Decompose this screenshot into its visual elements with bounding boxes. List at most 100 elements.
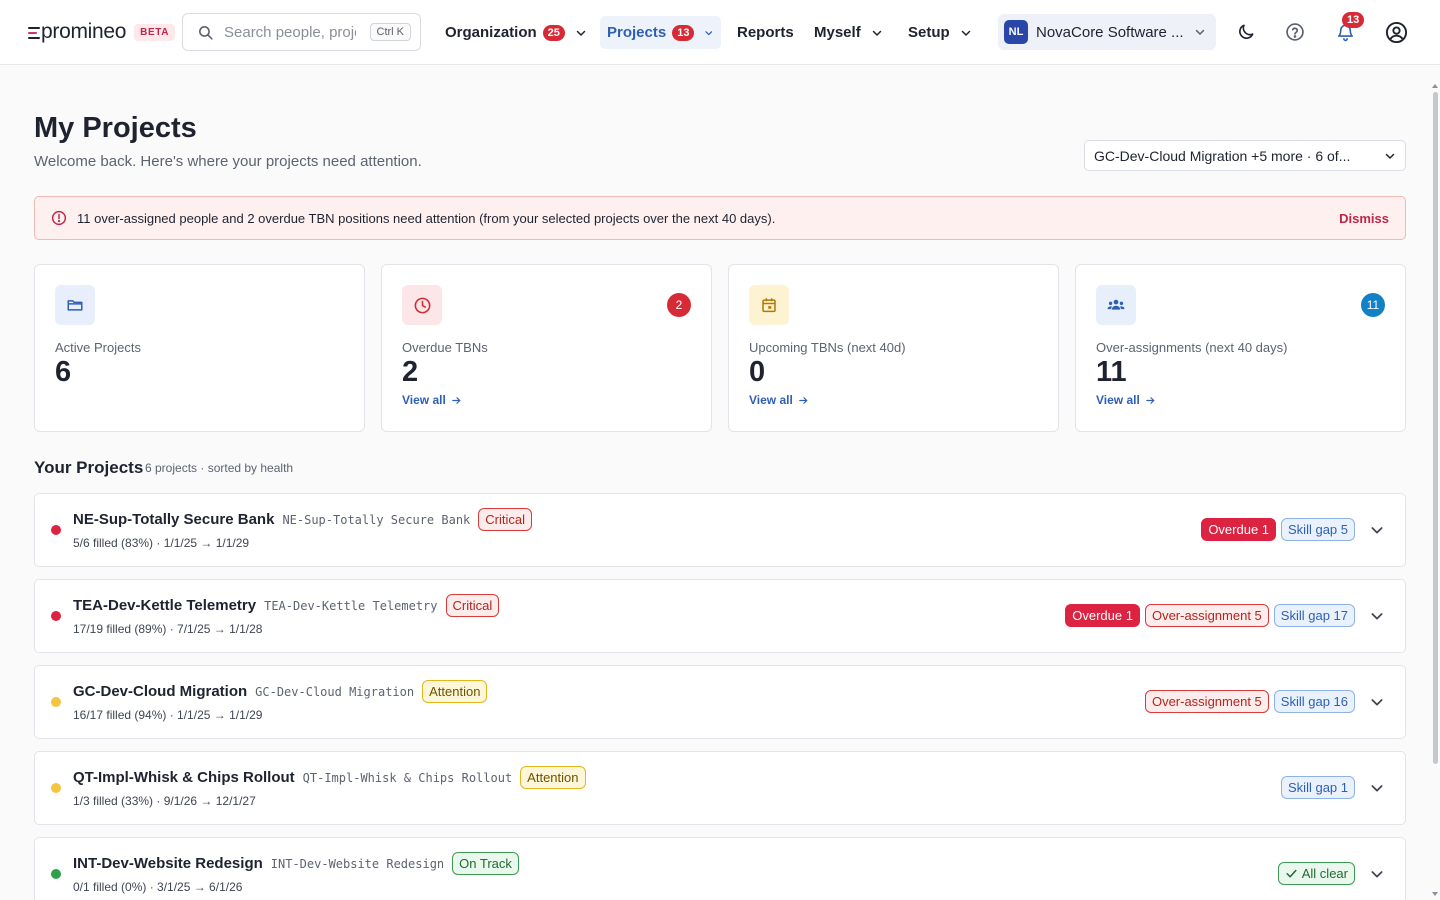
org-avatar: NL [1004,20,1028,44]
over-assignment-chip[interactable]: Over-assignment 5 [1144,604,1269,627]
nav-myself-label: Myself [814,24,861,41]
project-name[interactable]: NE-Sup-Totally Secure Bank [73,511,274,528]
chevron-down-icon[interactable] [1369,522,1385,538]
nav-reports-label: Reports [737,24,794,41]
skill-gap-chip[interactable]: Skill gap 5 [1281,518,1355,541]
chevron-down-icon [1385,153,1395,159]
page-scrollbar[interactable] [1430,84,1440,900]
arrow-right-icon [799,396,808,404]
health-badge: Critical [445,594,500,617]
health-badge: On Track [452,852,519,875]
project-meta: 17/19 filled (89%) · 7/1/25 → 1/1/28 [73,622,263,636]
project-row[interactable]: QT-Impl-Whisk & Chips Rollout QT-Impl-Wh… [34,751,1406,825]
view-all-label: View all [1096,393,1140,407]
search-input[interactable] [224,23,356,41]
nav-organization-count: 25 [542,24,565,41]
chevron-down-icon[interactable] [1369,608,1385,624]
view-all-overdue-link[interactable]: View all [402,393,462,407]
nav-setup-label: Setup [908,24,950,41]
alert-message: 11 over-assigned people and 2 overdue TB… [77,210,776,226]
project-filter-select[interactable]: GC-Dev-Cloud Migration +5 more · 6 of... [1084,140,1406,171]
all-clear-chip[interactable]: All clear [1277,862,1355,885]
search-icon [199,25,213,40]
stat-card-over-assignments: 11 Over-assignments (next 40 days) 11 Vi… [1075,264,1406,432]
stat-count-badge: 2 [667,293,691,317]
health-badge: Attention [520,766,586,789]
arrow-right-icon [452,396,461,404]
chevron-down-icon[interactable] [1369,694,1385,710]
page-title: My Projects [34,112,197,144]
section-title: Your Projects [34,458,144,477]
stat-card-overdue-tbns: 2 Overdue TBNs 2 View all [381,264,712,432]
nav-organization[interactable]: Organization 25 [438,16,594,49]
stat-value: 11 [1096,356,1127,388]
skill-gap-chip[interactable]: Skill gap 17 [1273,604,1355,627]
stat-value: 0 [749,356,766,388]
scroll-down-arrow[interactable] [1432,892,1438,896]
project-meta: 1/3 filled (33%) · 9/1/26 → 12/1/27 [73,794,256,808]
project-name[interactable]: INT-Dev-Website Redesign [73,855,263,872]
view-all-over-assignments-link[interactable]: View all [1096,393,1156,407]
project-code: NE-Sup-Totally Secure Bank [282,512,471,527]
scroll-thumb[interactable] [1433,92,1438,764]
chevron-down-icon[interactable] [1369,780,1385,796]
beta-badge: BETA [134,23,176,41]
overdue-chip[interactable]: Overdue 1 [1065,604,1140,627]
alert-dismiss-button[interactable]: Dismiss [1339,211,1389,226]
help-button[interactable] [1283,20,1307,44]
health-dot [51,611,61,621]
project-row[interactable]: GC-Dev-Cloud Migration GC-Dev-Cloud Migr… [34,665,1406,739]
section-meta: 6 projects · sorted by health [145,461,294,475]
project-code: GC-Dev-Cloud Migration [255,684,415,699]
search-shortcut: Ctrl K [369,23,411,41]
project-meta: 16/17 filled (94%) · 1/1/25 → 1/1/29 [73,708,263,722]
help-circle-icon [1286,23,1304,41]
project-code: QT-Impl-Whisk & Chips Rollout [302,770,513,785]
brand-logo[interactable]: promineo BETA [28,20,176,43]
org-name: NovaCore Software ... [1036,23,1184,41]
stat-card-upcoming-tbns: Upcoming TBNs (next 40d) 0 View all [728,264,1059,432]
scroll-up-arrow[interactable] [1432,84,1438,88]
stat-card-active-projects: Active Projects 6 [34,264,365,432]
global-search[interactable]: Ctrl K [182,13,421,51]
overdue-chip[interactable]: Overdue 1 [1201,518,1277,541]
theme-toggle-button[interactable] [1234,20,1258,44]
project-row[interactable]: TEA-Dev-Kettle Telemetry TEA-Dev-Kettle … [34,579,1406,653]
nav-myself[interactable]: Myself [807,16,890,49]
over-assignment-chip[interactable]: Over-assignment 5 [1144,690,1269,713]
skill-gap-chip[interactable]: Skill gap 16 [1273,690,1355,713]
skill-gap-chip[interactable]: Skill gap 1 [1281,776,1355,799]
chevron-down-icon[interactable] [1369,866,1385,882]
health-dot [51,869,61,879]
account-button[interactable] [1384,20,1408,44]
project-name[interactable]: TEA-Dev-Kettle Telemetry [73,597,256,614]
page-subtitle: Welcome back. Here's where your projects… [34,153,422,170]
project-name[interactable]: GC-Dev-Cloud Migration [73,683,247,700]
nav-setup[interactable]: Setup [901,16,979,49]
view-all-label: View all [402,393,446,407]
chevron-down-icon [1195,29,1205,35]
health-dot [51,697,61,707]
health-badge: Critical [478,508,533,531]
view-all-upcoming-link[interactable]: View all [749,393,809,407]
chevron-down-icon [961,30,970,36]
check-icon [1286,869,1297,878]
stat-label: Overdue TBNs [402,340,488,355]
nav-projects-count: 13 [672,24,695,41]
brand-name: promineo [41,20,127,43]
calendar-icon [749,285,789,325]
health-dot [51,525,61,535]
nav-organization-label: Organization [445,24,537,41]
users-icon [1096,285,1136,325]
project-row[interactable]: NE-Sup-Totally Secure Bank NE-Sup-Totall… [34,493,1406,567]
health-dot [51,783,61,793]
project-row[interactable]: INT-Dev-Website Redesign INT-Dev-Website… [34,837,1406,900]
chevron-down-icon [705,30,713,35]
project-name[interactable]: QT-Impl-Whisk & Chips Rollout [73,769,295,786]
project-meta: 5/6 filled (83%) · 1/1/25 → 1/1/29 [73,536,250,550]
nav-reports[interactable]: Reports [730,16,801,49]
nav-projects[interactable]: Projects 13 [600,16,721,49]
org-switcher[interactable]: NL NovaCore Software ... [998,14,1216,50]
project-code: TEA-Dev-Kettle Telemetry [264,598,438,613]
stat-value: 6 [55,356,72,388]
